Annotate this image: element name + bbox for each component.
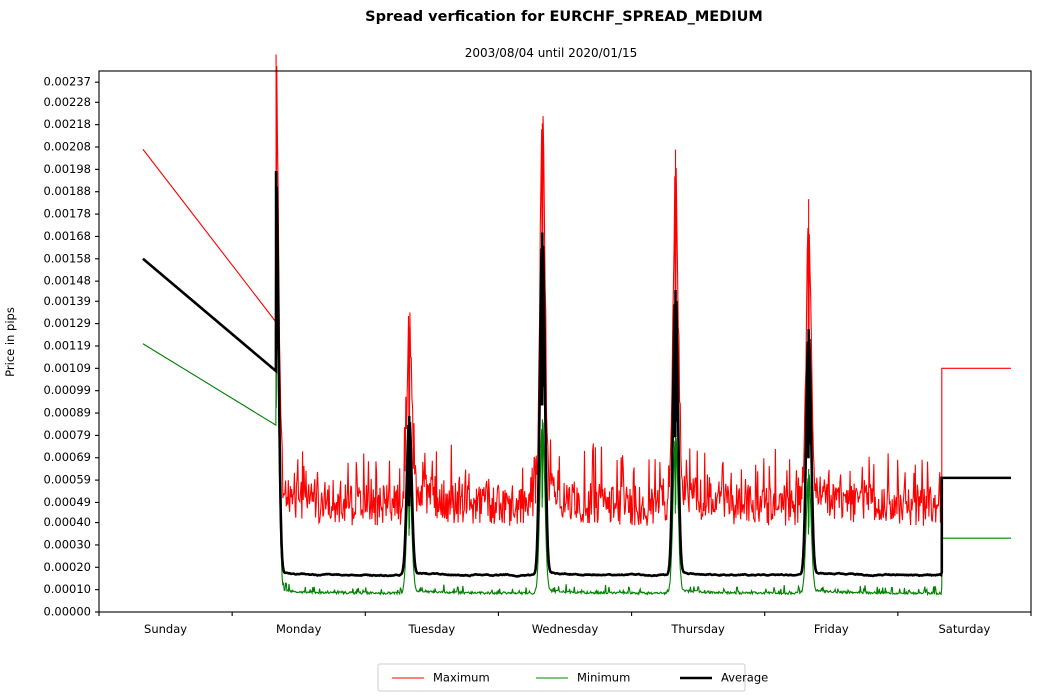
y-tick-label: 0.00129 [43,316,91,330]
y-tick-label: 0.00030 [43,537,91,551]
x-tick-label: Sunday [144,622,187,636]
y-tick-label: 0.00119 [43,338,91,352]
y-tick-label: 0.00089 [43,406,91,420]
figure-background [0,0,1039,700]
y-tick-label: 0.00040 [43,515,91,529]
legend-label-average: Average [721,671,768,685]
y-tick-label: 0.00198 [43,162,91,176]
y-tick-label: 0.00168 [43,229,91,243]
y-tick-label: 0.00010 [43,582,91,596]
y-tick-label: 0.00208 [43,140,91,154]
y-tick-label: 0.00188 [43,184,91,198]
x-tick-label: Tuesday [407,622,455,636]
x-tick-label: Friday [814,622,849,636]
y-tick-label: 0.00049 [43,495,91,509]
x-tick-label: Saturday [939,622,991,636]
spread-verification-chart: Spread verfication for EURCHF_SPREAD_MED… [0,0,1039,700]
y-tick-label: 0.00000 [43,605,91,619]
y-tick-label: 0.00099 [43,383,91,397]
y-tick-label: 0.00139 [43,294,91,308]
y-tick-label: 0.00109 [43,361,91,375]
y-axis-label: Price in pips [3,307,17,377]
y-tick-label: 0.00020 [43,560,91,574]
x-tick-label: Thursday [670,622,725,636]
chart-legend: Maximum Minimum Average [377,663,768,692]
y-tick-label: 0.00178 [43,207,91,221]
y-tick-label: 0.00069 [43,450,91,464]
y-tick-label: 0.00059 [43,473,91,487]
y-tick-label: 0.00158 [43,251,91,265]
x-tick-label: Wednesday [532,622,599,636]
legend-label-maximum: Maximum [433,671,490,685]
chart-title: Spread verfication for EURCHF_SPREAD_MED… [365,9,763,25]
legend-label-minimum: Minimum [577,671,630,685]
y-tick-label: 0.00218 [43,117,91,131]
y-tick-label: 0.00148 [43,274,91,288]
x-tick-label: Monday [276,622,322,636]
y-tick-label: 0.00237 [43,75,91,89]
y-tick-label: 0.00228 [43,95,91,109]
chart-subtitle: 2003/08/04 until 2020/01/15 [465,46,638,60]
y-tick-label: 0.00079 [43,428,91,442]
